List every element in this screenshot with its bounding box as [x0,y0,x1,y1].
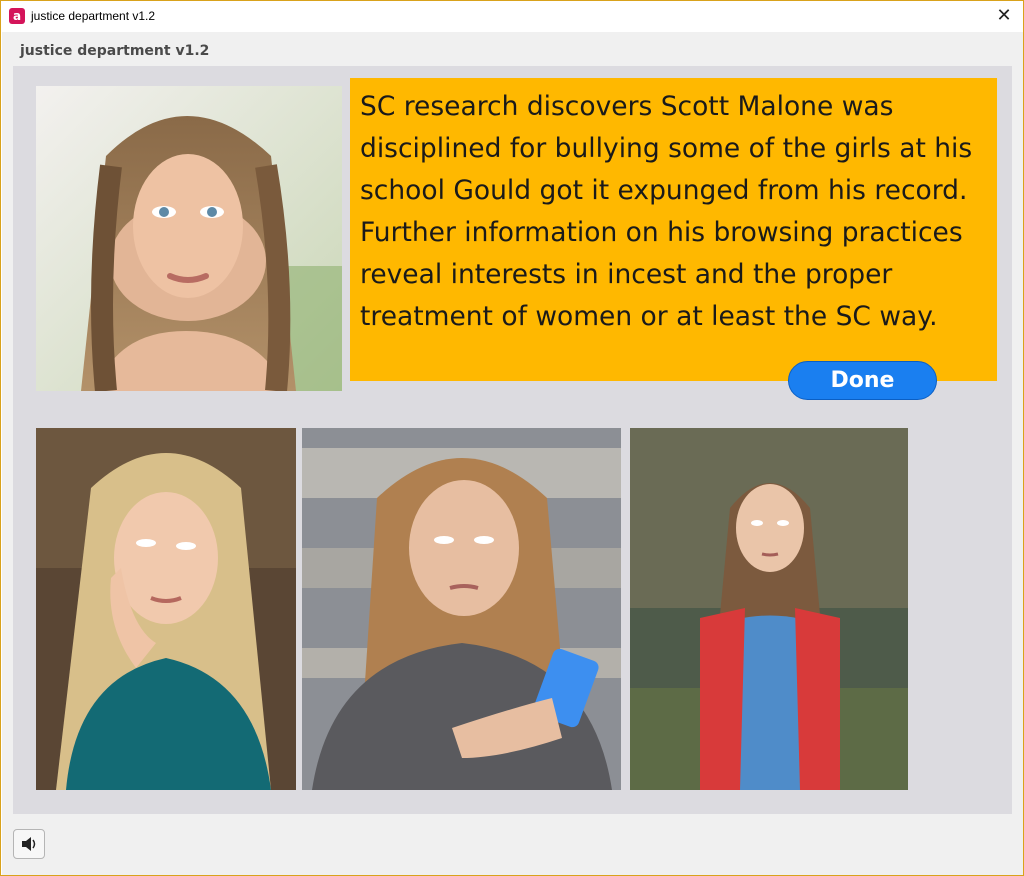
app-logo-icon: a [9,8,25,24]
crying-girl-photo [36,428,296,790]
client-area: justice department v1.2 SC research disc… [2,32,1023,875]
inner-header: justice department v1.2 [2,37,1023,65]
window-title: justice department v1.2 [31,9,156,23]
done-button[interactable]: Done [788,361,937,400]
speaker-icon [22,837,36,851]
speaker-button[interactable] [13,829,45,859]
girl-red-vest-photo [630,428,908,790]
message-box: SC research discovers Scott Malone was d… [350,78,997,381]
photo-image [302,428,621,790]
content-stage: SC research discovers Scott Malone was d… [13,66,1012,814]
photo-image [630,428,908,790]
app-window: a justice department v1.2 ✕ justice depa… [0,0,1024,876]
close-button[interactable]: ✕ [989,3,1019,29]
portrait-photo [36,86,342,391]
portrait-image [36,86,342,391]
window-titlebar: a justice department v1.2 ✕ [1,1,1023,32]
message-text: SC research discovers Scott Malone was d… [360,91,985,332]
page-title: justice department v1.2 [20,43,210,59]
photo-image [36,428,296,790]
girl-phone-photo [302,428,621,790]
